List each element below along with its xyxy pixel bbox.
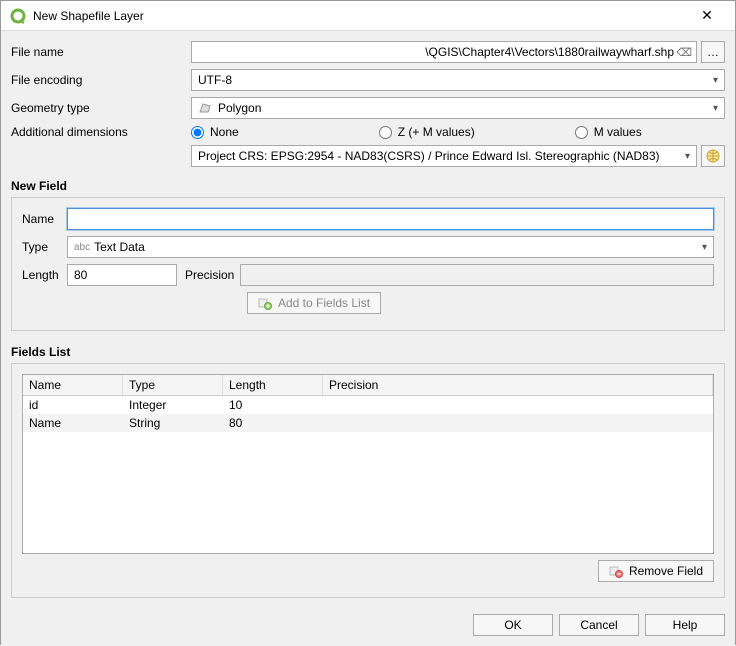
field-precision-label: Precision xyxy=(185,268,240,282)
field-length-input[interactable] xyxy=(67,264,177,286)
close-button[interactable]: ✕ xyxy=(687,7,727,24)
crs-value: Project CRS: EPSG:2954 - NAD83(CSRS) / P… xyxy=(198,149,660,163)
cell-type: String xyxy=(123,414,223,432)
fields-list-group: Name Type Length Precision id Integer 10… xyxy=(11,363,725,598)
table-row[interactable]: Name String 80 xyxy=(23,414,713,432)
abc-icon: abc xyxy=(74,242,90,253)
dimensions-label: Additional dimensions xyxy=(11,125,191,139)
add-to-fields-button[interactable]: Add to Fields List xyxy=(247,292,381,314)
field-name-label: Name xyxy=(22,212,67,226)
dim-m-input[interactable] xyxy=(575,126,588,139)
app-icon xyxy=(9,7,27,25)
file-encoding-combo[interactable]: UTF-8 ▾ xyxy=(191,69,725,91)
dim-z-input[interactable] xyxy=(379,126,392,139)
window-title: New Shapefile Layer xyxy=(33,9,687,23)
th-length[interactable]: Length xyxy=(223,375,323,395)
geometry-type-label: Geometry type xyxy=(11,101,191,115)
cell-name: Name xyxy=(23,414,123,432)
field-type-value: Text Data xyxy=(94,240,145,254)
dim-z-radio[interactable]: Z (+ M values) xyxy=(379,125,475,139)
cell-length: 80 xyxy=(223,414,323,432)
new-field-group: Name Type abc Text Data ▾ Length Precisi… xyxy=(11,197,725,331)
chevron-down-icon: ▾ xyxy=(685,151,690,162)
field-type-combo[interactable]: abc Text Data ▾ xyxy=(67,236,714,258)
file-name-value: \QGIS\Chapter4\Vectors\1880railwaywharf.… xyxy=(425,45,674,59)
dim-m-radio[interactable]: M values xyxy=(575,125,642,139)
crs-select-button[interactable] xyxy=(701,145,725,167)
dialog-buttons: OK Cancel Help xyxy=(11,606,725,646)
cell-name: id xyxy=(23,396,123,414)
cell-precision xyxy=(323,396,713,414)
cell-length: 10 xyxy=(223,396,323,414)
titlebar: New Shapefile Layer ✕ xyxy=(1,1,735,31)
remove-icon xyxy=(609,564,623,578)
polygon-icon xyxy=(198,102,212,114)
chevron-down-icon: ▾ xyxy=(702,242,707,253)
fields-list-section: Fields List xyxy=(11,345,725,359)
cancel-button[interactable]: Cancel xyxy=(559,614,639,636)
field-length-label: Length xyxy=(22,268,67,282)
table-row[interactable]: id Integer 10 xyxy=(23,396,713,414)
add-icon xyxy=(258,296,272,310)
file-name-label: File name xyxy=(11,45,191,59)
chevron-down-icon: ▾ xyxy=(713,103,718,114)
geometry-type-value: Polygon xyxy=(218,101,261,115)
field-type-label: Type xyxy=(22,240,67,254)
th-name[interactable]: Name xyxy=(23,375,123,395)
globe-icon xyxy=(705,148,721,164)
ok-button[interactable]: OK xyxy=(473,614,553,636)
file-encoding-label: File encoding xyxy=(11,73,191,87)
th-type[interactable]: Type xyxy=(123,375,223,395)
clear-icon[interactable]: ⌫ xyxy=(676,46,692,59)
remove-field-button[interactable]: Remove Field xyxy=(598,560,714,582)
field-name-input[interactable] xyxy=(67,208,714,230)
dim-none-input[interactable] xyxy=(191,126,204,139)
browse-button[interactable]: … xyxy=(701,41,725,63)
th-precision[interactable]: Precision xyxy=(323,375,713,395)
file-encoding-value: UTF-8 xyxy=(198,73,232,87)
fields-table[interactable]: Name Type Length Precision id Integer 10… xyxy=(22,374,714,554)
file-name-input[interactable]: \QGIS\Chapter4\Vectors\1880railwaywharf.… xyxy=(191,41,697,63)
help-button[interactable]: Help xyxy=(645,614,725,636)
dim-none-radio[interactable]: None xyxy=(191,125,239,139)
geometry-type-combo[interactable]: Polygon ▾ xyxy=(191,97,725,119)
field-precision-input xyxy=(240,264,714,286)
crs-combo[interactable]: Project CRS: EPSG:2954 - NAD83(CSRS) / P… xyxy=(191,145,697,167)
cell-type: Integer xyxy=(123,396,223,414)
table-header: Name Type Length Precision xyxy=(23,375,713,396)
chevron-down-icon: ▾ xyxy=(713,75,718,86)
new-field-section: New Field xyxy=(11,179,725,193)
cell-precision xyxy=(323,414,713,432)
